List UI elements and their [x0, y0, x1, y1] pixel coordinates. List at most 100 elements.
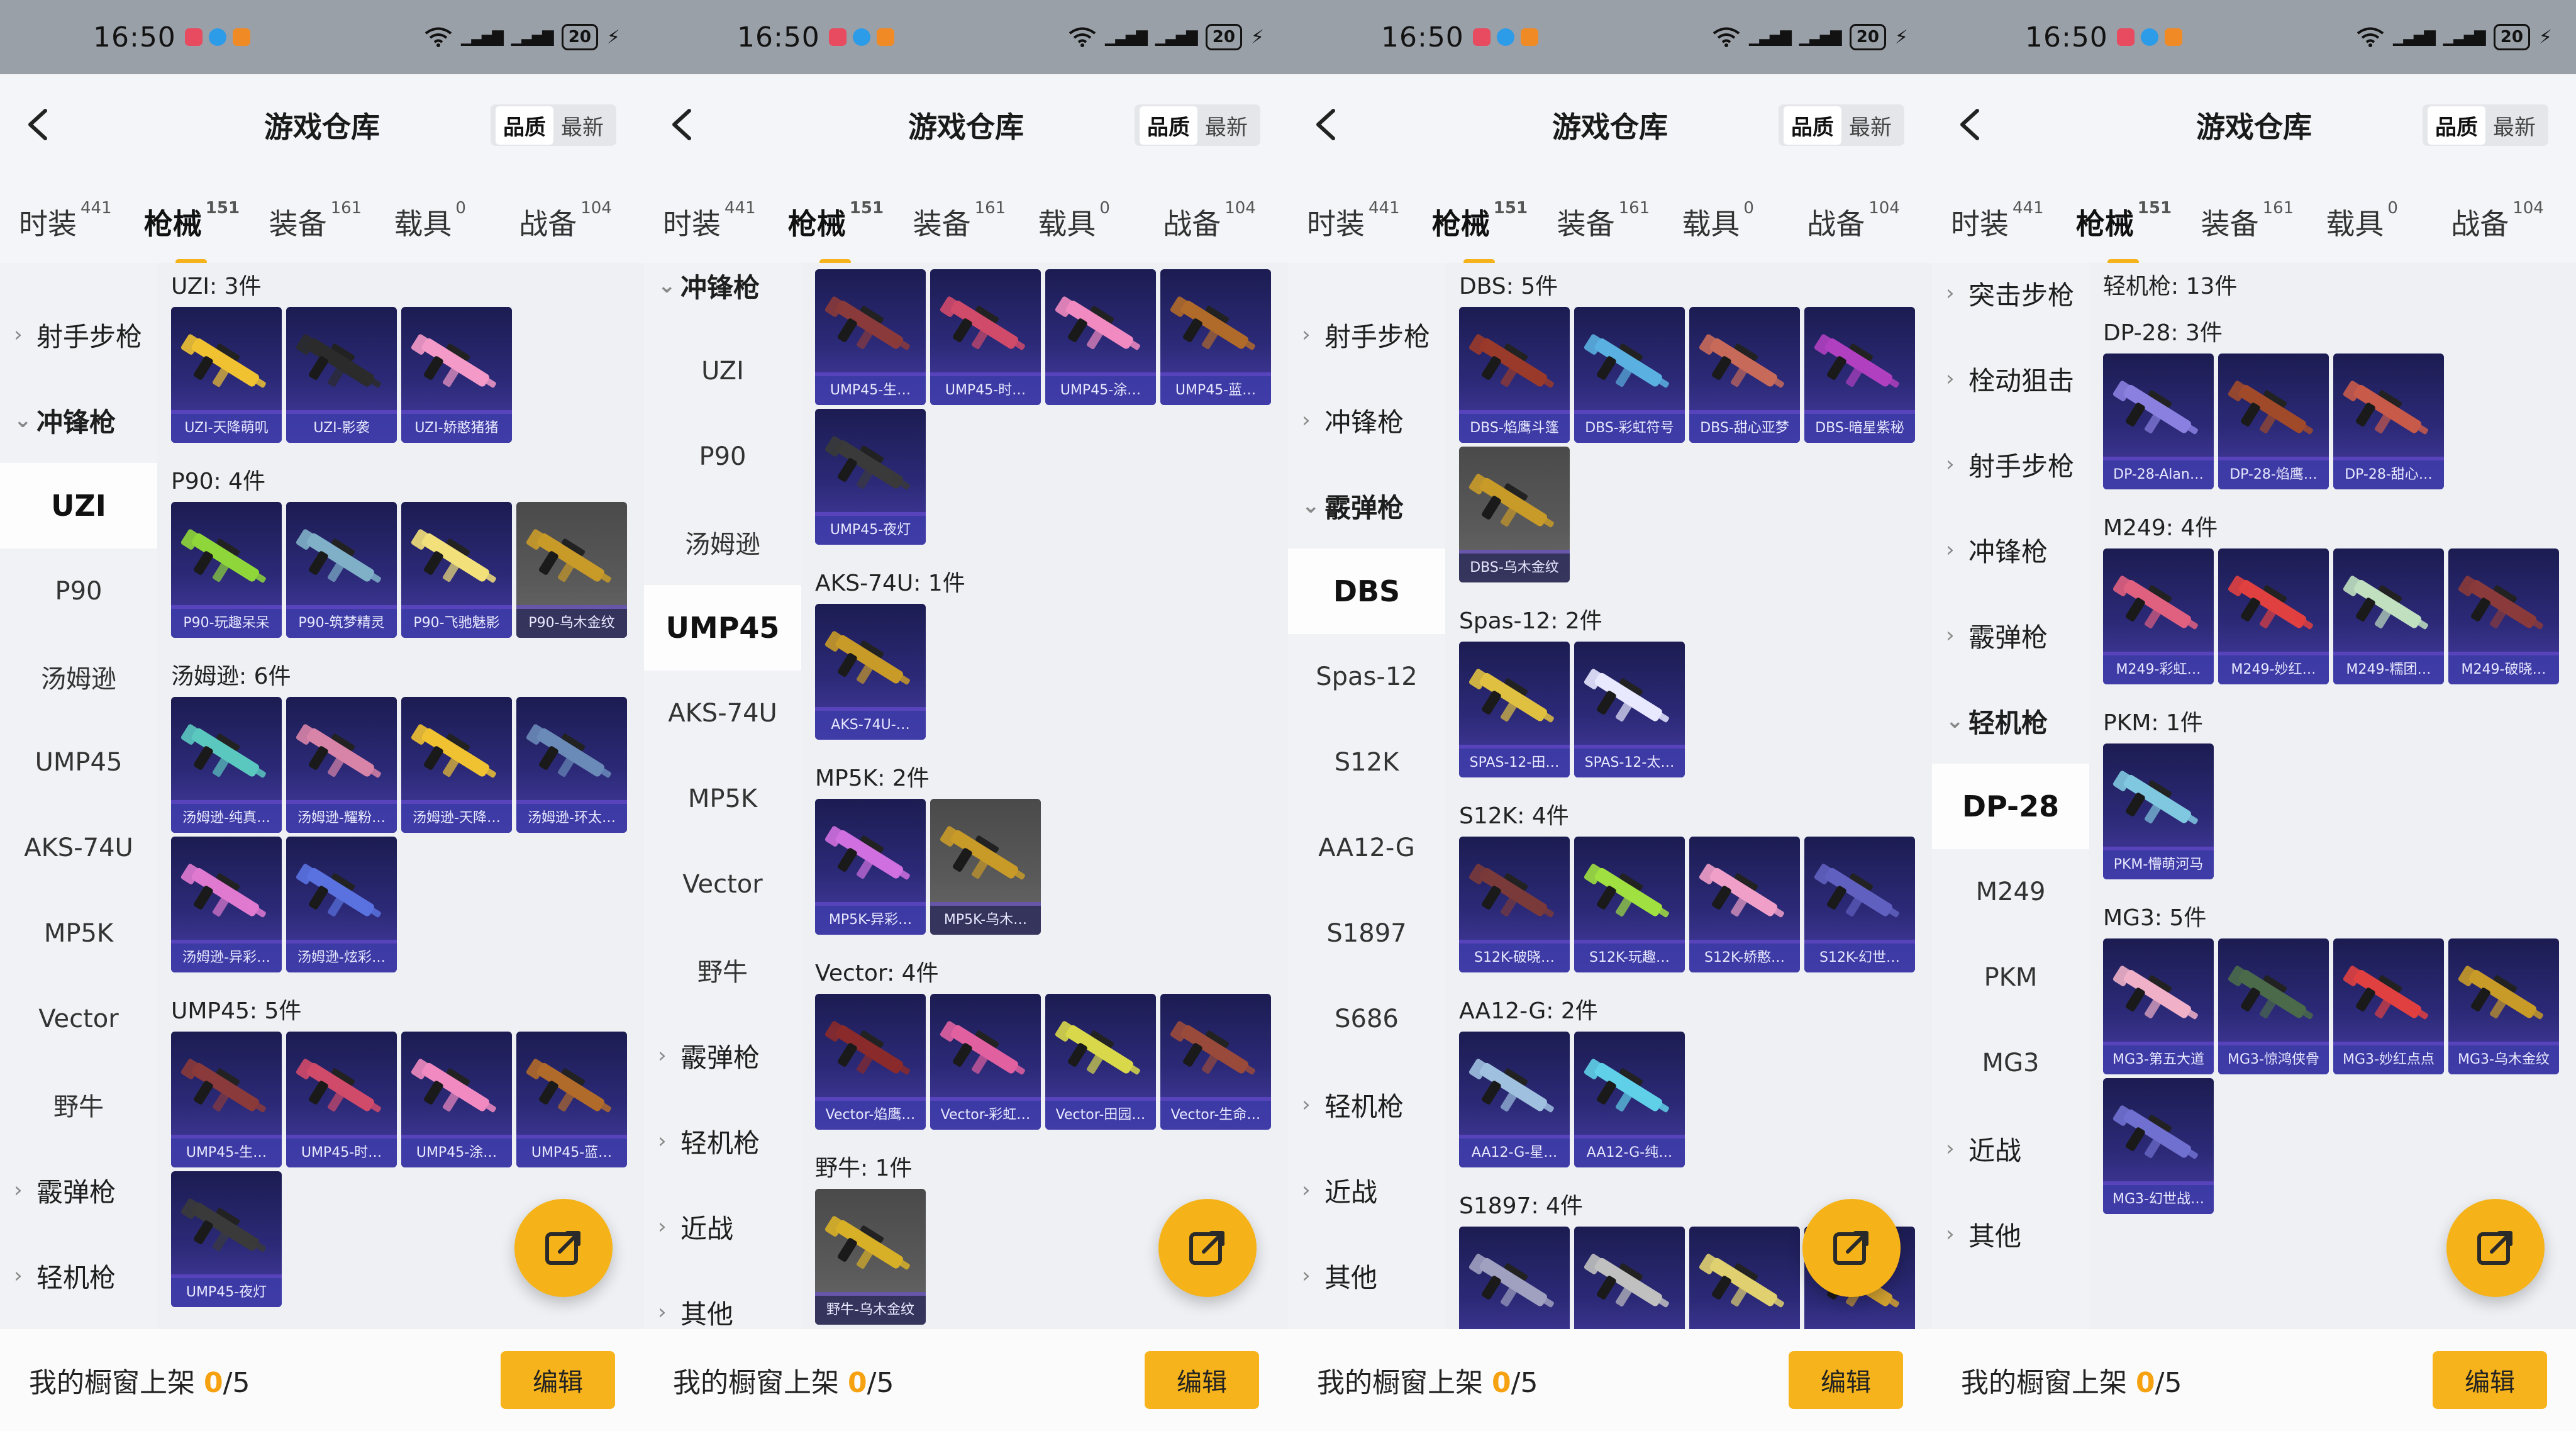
weapon-card[interactable]: MG3-惊鸿侠骨	[2218, 938, 2329, 1074]
sidebar-item[interactable]: 野牛	[644, 927, 801, 1013]
weapon-card[interactable]: AKS-74U-…	[815, 604, 926, 740]
weapon-card[interactable]: SPAS-12-田…	[1459, 642, 1570, 777]
sidebar-item[interactable]: PKM	[1932, 935, 2089, 1020]
weapon-card[interactable]: 野牛-乌木金纹	[815, 1189, 926, 1325]
sidebar-item[interactable]: › 近战	[1288, 1147, 1445, 1233]
sidebar-item[interactable]: MG3	[1932, 1020, 2089, 1106]
sidebar-item[interactable]: › 近战	[1932, 1106, 2089, 1191]
edit-button[interactable]: 编辑	[2433, 1351, 2547, 1409]
sidebar-item[interactable]: S686	[1288, 976, 1445, 1062]
sidebar-item[interactable]: M249	[1932, 849, 2089, 935]
sidebar-item[interactable]: ⌄ 霰弹枪	[1288, 463, 1445, 548]
sidebar-item[interactable]: 野牛	[0, 1062, 157, 1147]
weapon-card[interactable]: 汤姆逊-天降…	[401, 697, 512, 833]
sidebar-item[interactable]: › 冲锋枪	[1932, 507, 2089, 593]
weapon-card[interactable]: UMP45-生…	[171, 1032, 282, 1167]
back-arrow-icon[interactable]	[1307, 99, 1345, 150]
sidebar-item[interactable]: › 近战	[644, 1184, 801, 1269]
weapon-card[interactable]: MP5K-异彩…	[815, 799, 926, 935]
share-button[interactable]	[1802, 1199, 1901, 1297]
tab-3[interactable]: 载具 0	[2326, 199, 2451, 243]
sidebar-item[interactable]: UMP45	[644, 585, 801, 671]
weapon-card[interactable]: UMP45-蓝…	[516, 1032, 627, 1167]
weapon-card[interactable]: MG3-第五大道	[2103, 938, 2214, 1074]
weapon-card[interactable]: 汤姆逊-异彩…	[171, 837, 282, 972]
edit-button[interactable]: 编辑	[501, 1351, 615, 1409]
tab-0[interactable]: 时装 441	[1951, 199, 2076, 243]
share-button[interactable]	[1158, 1199, 1257, 1297]
back-arrow-icon[interactable]	[19, 99, 57, 150]
weapon-card[interactable]: UMP45-涂…	[401, 1032, 512, 1167]
sidebar-item[interactable]: DBS	[1288, 548, 1445, 634]
tab-4[interactable]: 战备 104	[519, 199, 644, 243]
weapon-card[interactable]: UMP45-生…	[815, 269, 926, 405]
weapon-card[interactable]: UMP45-时…	[286, 1032, 397, 1167]
weapon-card[interactable]: PKM-懵萌河马	[2103, 743, 2214, 879]
weapon-card[interactable]: AA12-G-星…	[1459, 1032, 1570, 1167]
weapon-card[interactable]: Vector-田园…	[1045, 994, 1156, 1130]
sidebar-item[interactable]: › 其他	[644, 1269, 801, 1330]
sidebar-item[interactable]: › 冲锋枪	[1288, 377, 1445, 463]
sidebar-item[interactable]: › 轻机枪	[644, 1098, 801, 1184]
sidebar-item[interactable]: UZI	[644, 328, 801, 414]
tab-2[interactable]: 装备 161	[913, 199, 1038, 243]
sidebar-item[interactable]: › 其他	[1288, 1233, 1445, 1318]
weapon-card[interactable]: M249-彩虹…	[2103, 548, 2214, 684]
sidebar-item[interactable]: ›栓动狙击	[0, 263, 157, 292]
sort-latest-button[interactable]: 最新	[1197, 106, 1255, 145]
weapon-card[interactable]: MG3-幻世战…	[2103, 1078, 2214, 1214]
sort-latest-button[interactable]: 最新	[553, 106, 611, 145]
weapon-card[interactable]: S12K-破晓…	[1459, 837, 1570, 972]
weapon-card[interactable]: DP-28-Alan…	[2103, 354, 2214, 489]
weapon-card[interactable]	[1459, 1227, 1570, 1329]
edit-button[interactable]: 编辑	[1145, 1351, 1259, 1409]
weapon-card[interactable]: UMP45-蓝…	[1160, 269, 1271, 405]
sidebar-item[interactable]: › 射手步枪	[0, 292, 157, 377]
weapon-card[interactable]: S12K-玩趣…	[1574, 837, 1685, 972]
weapon-card[interactable]: 汤姆逊-耀粉…	[286, 697, 397, 833]
weapon-card[interactable]: 汤姆逊-炫彩…	[286, 837, 397, 972]
weapon-card[interactable]: S12K-娇憨…	[1689, 837, 1800, 972]
tab-2[interactable]: 装备 161	[2201, 199, 2326, 243]
weapon-card[interactable]: DBS-甜心亚梦	[1689, 307, 1800, 443]
weapon-card[interactable]: P90-筑梦精灵	[286, 502, 397, 638]
sidebar-item[interactable]: Vector	[644, 842, 801, 927]
tab-1[interactable]: 枪械 151	[788, 199, 913, 265]
tab-1[interactable]: 枪械 151	[144, 199, 269, 265]
sidebar-item[interactable]: AA12-G	[1288, 805, 1445, 891]
weapon-card[interactable]: MP5K-乌木…	[930, 799, 1041, 935]
tab-3[interactable]: 载具 0	[1038, 199, 1163, 243]
tab-4[interactable]: 战备 104	[2451, 199, 2576, 243]
sidebar-item[interactable]: AKS-74U	[644, 671, 801, 756]
sidebar-item[interactable]: Spas-12	[1288, 634, 1445, 720]
weapon-card[interactable]: P90-乌木金纹	[516, 502, 627, 638]
sort-quality-button[interactable]: 品质	[1140, 106, 1197, 145]
weapon-card[interactable]: 汤姆逊-纯真…	[171, 697, 282, 833]
weapon-card[interactable]: UZI-娇憨猪猪	[401, 307, 512, 443]
weapon-card[interactable]: S12K-幻世…	[1804, 837, 1915, 972]
sidebar-item[interactable]: › 突击步枪	[1932, 263, 2089, 336]
weapon-card[interactable]: SPAS-12-太…	[1574, 642, 1685, 777]
weapon-card[interactable]: UZI-天降萌叽	[171, 307, 282, 443]
weapon-card[interactable]: UMP45-夜灯	[171, 1171, 282, 1307]
weapon-card[interactable]: Vector-焰鹰…	[815, 994, 926, 1130]
sidebar-item[interactable]: › 射手步枪	[1288, 292, 1445, 377]
sidebar-item[interactable]: P90	[644, 414, 801, 499]
sidebar-item[interactable]: › 霰弹枪	[644, 1013, 801, 1098]
weapon-card[interactable]: UZI-影袭	[286, 307, 397, 443]
sidebar-item[interactable]: MP5K	[0, 891, 157, 976]
tab-0[interactable]: 时装 441	[19, 199, 144, 243]
sidebar-item[interactable]: ›栓动狙击	[1932, 336, 2089, 421]
sidebar-item[interactable]: Vector	[0, 976, 157, 1062]
edit-button[interactable]: 编辑	[1789, 1351, 1903, 1409]
weapon-card[interactable]: MG3-乌木金纹	[2448, 938, 2559, 1074]
tab-1[interactable]: 枪械 151	[1432, 199, 1557, 265]
weapon-card[interactable]	[1689, 1227, 1800, 1329]
sort-latest-button[interactable]: 最新	[1841, 106, 1899, 145]
sidebar-item[interactable]: MP5K	[644, 756, 801, 842]
sidebar-item[interactable]: P90	[0, 548, 157, 634]
back-arrow-icon[interactable]	[1951, 99, 1989, 150]
weapon-card[interactable]: M249-糯团…	[2333, 548, 2444, 684]
share-button[interactable]	[2446, 1199, 2545, 1297]
weapon-card[interactable]: DBS-焰鹰斗篷	[1459, 307, 1570, 443]
